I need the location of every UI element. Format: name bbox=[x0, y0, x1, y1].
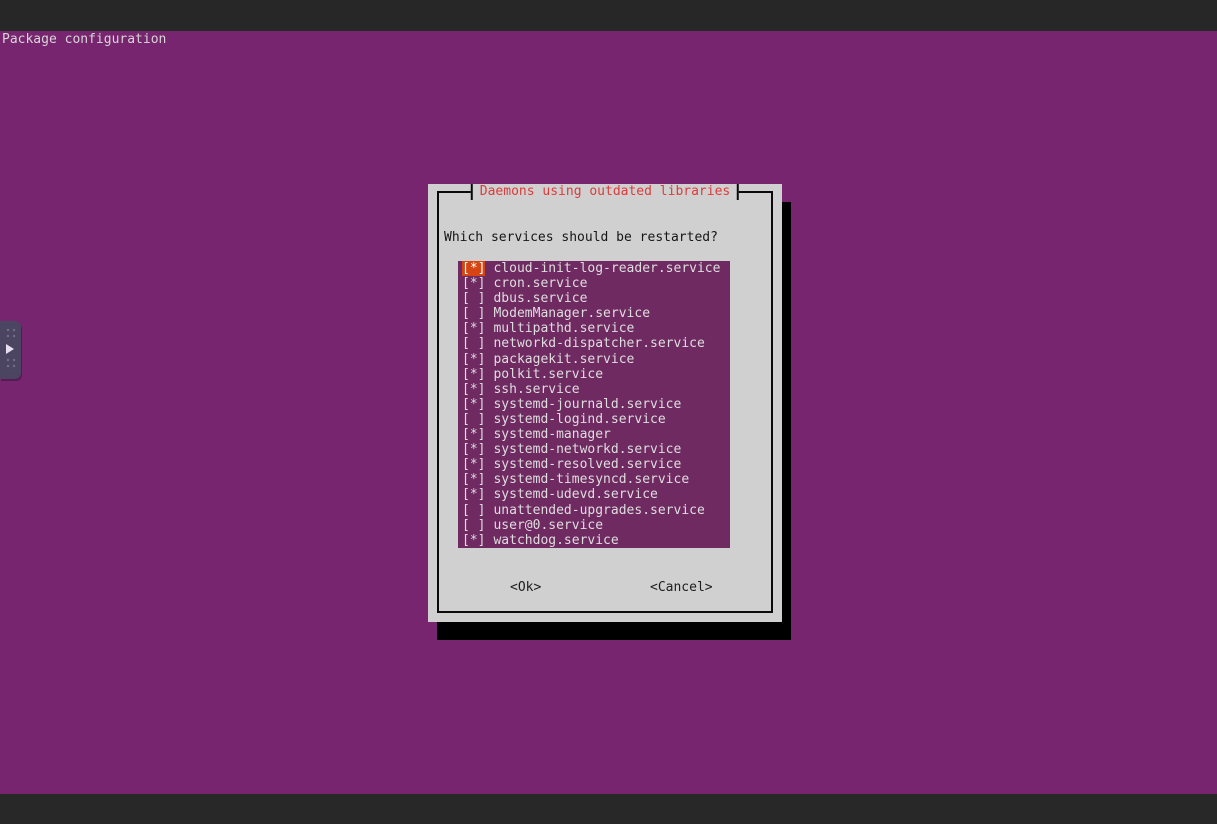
checkbox[interactable]: [*] bbox=[462, 457, 485, 472]
checkbox[interactable]: [*] bbox=[462, 367, 485, 382]
list-item[interactable]: [ ] networkd-dispatcher.service bbox=[458, 336, 730, 351]
list-item[interactable]: [*] packagekit.service bbox=[458, 352, 730, 367]
checkbox[interactable]: [*] bbox=[462, 442, 485, 457]
ok-button[interactable]: <Ok> bbox=[510, 580, 541, 596]
top-bar bbox=[0, 0, 1217, 31]
list-item[interactable]: [*] systemd-manager bbox=[458, 427, 730, 442]
checkbox[interactable]: [*] bbox=[462, 352, 485, 367]
list-item[interactable]: [*] watchdog.service bbox=[458, 533, 730, 548]
checkbox[interactable]: [*] bbox=[462, 261, 485, 276]
service-name: ModemManager.service bbox=[493, 306, 650, 321]
checkbox[interactable]: [*] bbox=[462, 533, 485, 548]
service-name: polkit.service bbox=[493, 367, 603, 382]
service-name: networkd-dispatcher.service bbox=[493, 336, 704, 351]
list-item[interactable]: [*] systemd-journald.service bbox=[458, 397, 730, 412]
service-name: systemd-networkd.service bbox=[493, 442, 681, 457]
service-name: packagekit.service bbox=[493, 352, 634, 367]
checkbox[interactable]: [ ] bbox=[462, 306, 485, 321]
service-name: cloud-init-log-reader.service bbox=[493, 261, 720, 276]
checkbox[interactable]: [*] bbox=[462, 397, 485, 412]
service-name: systemd-resolved.service bbox=[493, 457, 681, 472]
service-name: dbus.service bbox=[493, 291, 587, 306]
service-name: unattended-upgrades.service bbox=[493, 503, 704, 518]
grip-dots-icon bbox=[5, 326, 16, 341]
checkbox[interactable]: [ ] bbox=[462, 518, 485, 533]
cancel-button[interactable]: <Cancel> bbox=[650, 580, 713, 596]
checkbox[interactable]: [*] bbox=[462, 276, 485, 291]
list-item[interactable]: [*] systemd-networkd.service bbox=[458, 442, 730, 457]
list-item[interactable]: [*] systemd-resolved.service bbox=[458, 457, 730, 472]
service-name: cron.service bbox=[493, 276, 587, 291]
checkbox[interactable]: [*] bbox=[462, 487, 485, 502]
service-name: multipathd.service bbox=[493, 321, 634, 336]
service-name: systemd-manager bbox=[493, 427, 610, 442]
service-name: watchdog.service bbox=[493, 533, 618, 548]
service-name: systemd-journald.service bbox=[493, 397, 681, 412]
list-item[interactable]: [*] cloud-init-log-reader.service bbox=[458, 261, 730, 276]
sidebar-handle[interactable] bbox=[0, 321, 21, 379]
list-item[interactable]: [*] systemd-udevd.service bbox=[458, 487, 730, 502]
dialog-title: Daemons using outdated libraries bbox=[471, 184, 739, 200]
list-item[interactable]: [ ] unattended-upgrades.service bbox=[458, 503, 730, 518]
checkbox[interactable]: [*] bbox=[462, 321, 485, 336]
checkbox[interactable]: [ ] bbox=[462, 412, 485, 427]
bottom-bar bbox=[0, 794, 1217, 824]
service-name: systemd-timesyncd.service bbox=[493, 472, 689, 487]
dialog-question: Which services should be restarted? bbox=[444, 230, 718, 245]
service-name: ssh.service bbox=[493, 382, 579, 397]
status-line: Package configuration bbox=[2, 32, 166, 47]
list-item[interactable]: [ ] ModemManager.service bbox=[458, 306, 730, 321]
grip-dots-icon bbox=[5, 356, 16, 371]
service-name: user@0.service bbox=[493, 518, 603, 533]
list-item[interactable]: [ ] dbus.service bbox=[458, 291, 730, 306]
list-item[interactable]: [ ] systemd-logind.service bbox=[458, 412, 730, 427]
checkbox[interactable]: [*] bbox=[462, 427, 485, 442]
list-item[interactable]: [*] cron.service bbox=[458, 276, 730, 291]
terminal-screen: Package configuration Daemons using outd… bbox=[0, 0, 1217, 824]
package-configuration-dialog: Daemons using outdated libraries Which s… bbox=[428, 184, 782, 622]
checkbox[interactable]: [ ] bbox=[462, 291, 485, 306]
service-name: systemd-logind.service bbox=[493, 412, 665, 427]
list-item[interactable]: [*] ssh.service bbox=[458, 382, 730, 397]
list-item[interactable]: [*] multipathd.service bbox=[458, 321, 730, 336]
checkbox[interactable]: [ ] bbox=[462, 503, 485, 518]
list-item[interactable]: [*] systemd-timesyncd.service bbox=[458, 472, 730, 487]
list-item[interactable]: [*] polkit.service bbox=[458, 367, 730, 382]
services-checklist[interactable]: [*] cloud-init-log-reader.service [*] cron… bbox=[458, 261, 730, 548]
checkbox[interactable]: [*] bbox=[462, 472, 485, 487]
list-item[interactable]: [ ] user@0.service bbox=[458, 518, 730, 533]
expand-arrow-icon bbox=[6, 344, 14, 354]
checkbox[interactable]: [ ] bbox=[462, 336, 485, 351]
service-name: systemd-udevd.service bbox=[493, 487, 657, 502]
checkbox[interactable]: [*] bbox=[462, 382, 485, 397]
